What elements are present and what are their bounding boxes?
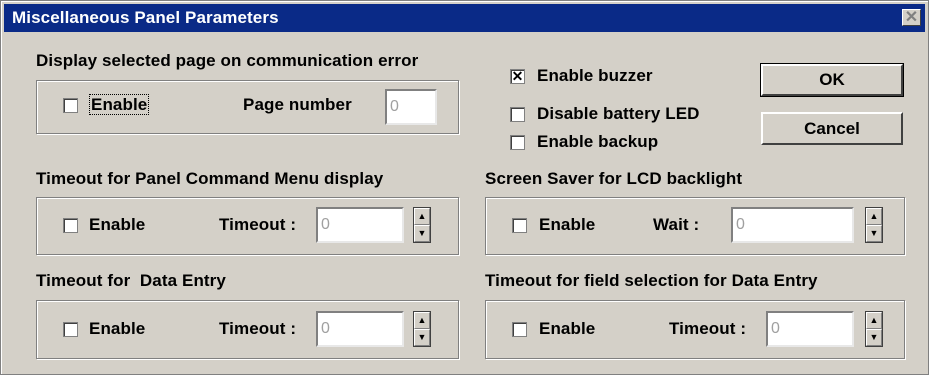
- page-number-label: Page number: [243, 95, 352, 114]
- data-entry-enable-checkbox[interactable]: [63, 322, 78, 337]
- misc-panel-dialog: Miscellaneous Panel Parameters ✕ Display…: [0, 0, 929, 375]
- spin-down-icon[interactable]: ▼: [866, 329, 882, 346]
- spin-up-icon[interactable]: ▲: [414, 208, 430, 225]
- enable-buzzer-label[interactable]: Enable buzzer: [537, 66, 653, 86]
- cancel-button[interactable]: Cancel: [761, 112, 903, 145]
- close-button[interactable]: ✕: [902, 9, 921, 26]
- data-entry-timeout-spinner[interactable]: ▲ ▼: [413, 311, 431, 347]
- screen-saver-wait-spinner[interactable]: ▲ ▼: [865, 207, 883, 243]
- comm-error-enable-label[interactable]: Enable: [89, 94, 150, 115]
- screen-saver-enable-checkbox[interactable]: [512, 218, 527, 233]
- spin-down-icon[interactable]: ▼: [866, 225, 882, 242]
- window-title: Miscellaneous Panel Parameters: [12, 8, 279, 27]
- command-menu-enable-checkbox[interactable]: [63, 218, 78, 233]
- title-bar[interactable]: Miscellaneous Panel Parameters ✕: [4, 4, 925, 32]
- command-menu-timeout-input[interactable]: 0: [316, 207, 404, 243]
- data-entry-timeout-input[interactable]: 0: [316, 311, 404, 347]
- comm-error-enable-checkbox[interactable]: [63, 98, 78, 113]
- enable-backup-checkbox[interactable]: [510, 135, 525, 150]
- disable-battery-led-checkbox[interactable]: [510, 107, 525, 122]
- field-selection-heading: Timeout for field selection for Data Ent…: [485, 271, 818, 290]
- enable-buzzer-checkbox[interactable]: ✕: [510, 69, 525, 84]
- ok-button[interactable]: OK: [760, 63, 904, 97]
- field-selection-enable-label[interactable]: Enable: [539, 319, 595, 339]
- field-selection-enable-checkbox[interactable]: [512, 322, 527, 337]
- field-selection-timeout-label: Timeout :: [669, 319, 747, 338]
- command-menu-timeout-label: Timeout :: [219, 215, 297, 234]
- screen-saver-enable-label[interactable]: Enable: [539, 215, 595, 235]
- comm-error-heading: Display selected page on communication e…: [36, 51, 419, 70]
- command-menu-timeout-spinner[interactable]: ▲ ▼: [413, 207, 431, 243]
- disable-battery-led-label[interactable]: Disable battery LED: [537, 104, 700, 124]
- spin-down-icon[interactable]: ▼: [414, 225, 430, 242]
- spin-up-icon[interactable]: ▲: [866, 312, 882, 329]
- field-selection-timeout-input[interactable]: 0: [766, 311, 854, 347]
- close-icon: ✕: [904, 9, 919, 26]
- command-menu-enable-label[interactable]: Enable: [89, 215, 145, 235]
- spin-up-icon[interactable]: ▲: [866, 208, 882, 225]
- spin-down-icon[interactable]: ▼: [414, 329, 430, 346]
- data-entry-enable-label[interactable]: Enable: [89, 319, 145, 339]
- field-selection-timeout-spinner[interactable]: ▲ ▼: [865, 311, 883, 347]
- screen-saver-heading: Screen Saver for LCD backlight: [485, 169, 743, 188]
- screen-saver-wait-input[interactable]: 0: [731, 207, 854, 243]
- command-menu-heading: Timeout for Panel Command Menu display: [36, 169, 384, 188]
- page-number-input[interactable]: 0: [385, 89, 437, 125]
- data-entry-heading: Timeout for Data Entry: [36, 271, 226, 290]
- enable-backup-label[interactable]: Enable backup: [537, 132, 658, 152]
- data-entry-timeout-label: Timeout :: [219, 319, 297, 338]
- screen-saver-wait-label: Wait :: [653, 215, 700, 234]
- spin-up-icon[interactable]: ▲: [414, 312, 430, 329]
